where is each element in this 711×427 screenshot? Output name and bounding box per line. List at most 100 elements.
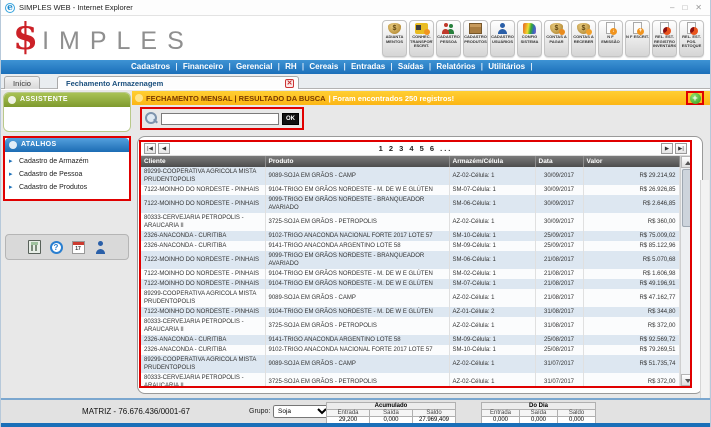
search-input[interactable] xyxy=(161,113,279,125)
pagination-bar: |◀ ◀ 1 2 3 4 5 6 ... ▶ ▶| xyxy=(141,142,690,156)
cell-produto: 9102-TRIGO ANACONDA NACIONAL FORTE 2017 … xyxy=(265,345,449,355)
table-row[interactable]: 89299-COOPERATIVA AGRICOLA MISTA PRUDENT… xyxy=(141,355,679,373)
toolbar-button-2[interactable]: CONHEC. TRANSPORTE ESCRIT. xyxy=(409,20,434,57)
toolbar-button-3[interactable]: CADASTRO PESSOA xyxy=(436,20,461,57)
toolbar-button-11[interactable]: REL. EST. REGISTRO INVENTÁRIO xyxy=(652,20,677,57)
grupo-select[interactable]: Soja xyxy=(273,405,331,418)
table-row[interactable]: 7122-MOINHO DO NORDESTE - PINHAIS9104-TR… xyxy=(141,269,679,279)
table-row[interactable]: 2326-ANACONDA - CURITIBA9102-TRIGO ANACO… xyxy=(141,231,679,241)
cell-data: 30/09/2017 xyxy=(535,167,583,185)
cell-produto: 3725-SOJA EM GRÃOS - PETROPOLIS xyxy=(265,373,449,386)
menu-item-relatorios[interactable]: Relatórios xyxy=(433,62,478,71)
quick-access-toolbar: ADIANTA MENTOSCONHEC. TRANSPORTE ESCRIT.… xyxy=(382,20,704,57)
window-scrollbar[interactable] xyxy=(700,180,709,427)
assistente-header[interactable]: ASSISTENTE xyxy=(4,93,130,107)
rainbow-icon xyxy=(523,23,536,34)
user-icon xyxy=(496,23,509,34)
atalho-cadastro-de-produtos[interactable]: Cadastro de Produtos xyxy=(5,181,129,194)
cell-produto: 3725-SOJA EM GRÃOS - PETROPOLIS xyxy=(265,213,449,231)
table-row[interactable]: 7122-MOINHO DO NORDESTE - PINHAIS9099-TR… xyxy=(141,251,679,269)
tab-inicio[interactable]: Início xyxy=(4,76,40,89)
tab-close-icon[interactable]: ✕ xyxy=(285,79,294,88)
prev-page-icon[interactable]: ◀ xyxy=(158,143,170,154)
cell-produto: 9104-TRIGO EM GRÃOS NORDESTE - M. DE W E… xyxy=(265,307,449,317)
toolbar-button-8[interactable]: CONTAS A RECEBER xyxy=(571,20,596,57)
logo-text: IMPLES xyxy=(42,27,194,56)
cell-cliente: 7122-MOINHO DO NORDESTE - PINHAIS xyxy=(141,269,265,279)
toolbar-button-label: CADASTRO PRODUTOS xyxy=(464,35,487,44)
menu-item-entradas[interactable]: Entradas xyxy=(348,62,388,71)
scrollbar-thumb[interactable] xyxy=(682,169,691,227)
cell-data: 30/09/2017 xyxy=(535,213,583,231)
toolbar-button-9[interactable]: N F EMISSÃO xyxy=(598,20,623,57)
menu-item-gerencial[interactable]: Gerencial xyxy=(233,62,275,71)
page-numbers[interactable]: 1 2 3 4 5 6 ... xyxy=(171,144,660,153)
last-page-icon[interactable]: ▶| xyxy=(675,143,687,154)
add-record-icon[interactable]: + xyxy=(690,93,701,104)
atalho-cadastro-de-pessoa[interactable]: Cadastro de Pessoa xyxy=(5,168,129,181)
tab-fechamento-armazenagem[interactable]: Fechamento Armazenagem ✕ xyxy=(57,76,299,89)
table-scrollbar[interactable] xyxy=(680,156,691,386)
atalhos-list: Cadastro de ArmazémCadastro de PessoaCad… xyxy=(5,152,129,199)
toolbar-button-4[interactable]: CADASTRO PRODUTOS xyxy=(463,20,488,57)
table-row[interactable]: 2326-ANACONDA - CURITIBA9141-TRIGO ANACO… xyxy=(141,241,679,251)
cell-cliente: 7122-MOINHO DO NORDESTE - PINHAIS xyxy=(141,251,265,269)
table-row[interactable]: 80333-CERVEJARIA PETROPOLIS - ARAUCARIA … xyxy=(141,213,679,231)
table-row[interactable]: 7122-MOINHO DO NORDESTE - PINHAIS9099-TR… xyxy=(141,195,679,213)
table-row[interactable]: 89299-COOPERATIVA AGRICOLA MISTA PRUDENT… xyxy=(141,167,679,185)
toolbar-button-7[interactable]: CONTAS A PAGAR xyxy=(544,20,569,57)
acumulado-header: Entrada xyxy=(327,410,370,417)
menu-item-rh[interactable]: RH xyxy=(282,62,300,71)
search-ok-button[interactable]: OK xyxy=(282,113,299,125)
menu-item-cereais[interactable]: Cereais xyxy=(306,62,341,71)
menu-item-utilitarios[interactable]: Utilitários xyxy=(485,62,528,71)
table-row[interactable]: 2326-ANACONDA - CURITIBA9141-TRIGO ANACO… xyxy=(141,335,679,345)
column-header-valor[interactable]: Valor xyxy=(583,156,679,167)
menu-item-saidas[interactable]: Saídas xyxy=(395,62,427,71)
toolbar-button-5[interactable]: CADASTRO USUÁRIOS xyxy=(490,20,515,57)
table-row[interactable]: 80333-CERVEJARIA PETROPOLIS - ARAUCARIA … xyxy=(141,317,679,335)
help-icon[interactable] xyxy=(50,241,63,254)
atalhos-header[interactable]: ATALHOS xyxy=(5,138,129,152)
maximize-button[interactable]: □ xyxy=(682,3,687,12)
cell-valor: R$ 372,00 xyxy=(583,317,679,335)
column-header-cliente[interactable]: Cliente xyxy=(141,156,265,167)
menu-item-financeiro[interactable]: Financeiro xyxy=(180,62,226,71)
doc-down-icon xyxy=(606,22,615,34)
table-row[interactable]: 2326-ANACONDA - CURITIBA9102-TRIGO ANACO… xyxy=(141,345,679,355)
table-row[interactable]: 7122-MOINHO DO NORDESTE - PINHAIS9104-TR… xyxy=(141,279,679,289)
calendar-icon[interactable] xyxy=(72,241,85,254)
cell-data: 25/09/2017 xyxy=(535,231,583,241)
table-row[interactable]: 80333-CERVEJARIA PETROPOLIS - ARAUCARIA … xyxy=(141,373,679,386)
scroll-down-icon[interactable] xyxy=(681,374,691,386)
first-page-icon[interactable]: |◀ xyxy=(144,143,156,154)
user-icon[interactable] xyxy=(94,241,107,254)
search-icon[interactable] xyxy=(145,112,158,125)
close-button[interactable]: ✕ xyxy=(695,3,702,12)
title-bar: e SIMPLES WEB - Internet Explorer – □ ✕ xyxy=(1,0,710,16)
column-header-armazem[interactable]: Armazém/Célula xyxy=(449,156,535,167)
status-bar: MATRIZ - 76.676.436/0001-67 Grupo: Soja … xyxy=(1,398,710,423)
calculator-icon[interactable] xyxy=(28,240,41,254)
minimize-button[interactable]: – xyxy=(670,3,674,12)
cell-valor: R$ 92.569,72 xyxy=(583,335,679,345)
table-row[interactable]: 7122-MOINHO DO NORDESTE - PINHAIS9104-TR… xyxy=(141,185,679,195)
column-header-produto[interactable]: Produto xyxy=(265,156,449,167)
toolbar-button-10[interactable]: N F ESCRIT. xyxy=(625,20,650,57)
toolbar-button-6[interactable]: CONFIG SISTEMA xyxy=(517,20,542,57)
toolbar-button-label: REL. EST. POS. ESTOQUE xyxy=(680,35,703,49)
table-row[interactable]: 89299-COOPERATIVA AGRICOLA MISTA PRUDENT… xyxy=(141,289,679,307)
toolbar-button-12[interactable]: REL. EST. POS. ESTOQUE xyxy=(679,20,704,57)
atalho-cadastro-de-armaze-m[interactable]: Cadastro de Armazém xyxy=(5,155,129,168)
toolbar-button-1[interactable]: ADIANTA MENTOS xyxy=(382,20,407,57)
cell-data: 25/08/2017 xyxy=(535,335,583,345)
table-row[interactable]: 7122-MOINHO DO NORDESTE - PINHAIS9104-TR… xyxy=(141,307,679,317)
cell-data: 21/08/2017 xyxy=(535,269,583,279)
column-header-data[interactable]: Data xyxy=(535,156,583,167)
next-page-icon[interactable]: ▶ xyxy=(661,143,673,154)
menu-item-cadastros[interactable]: Cadastros xyxy=(128,62,173,71)
scroll-up-icon[interactable] xyxy=(681,156,691,168)
logo-dollar-icon: $ xyxy=(13,19,38,55)
cell-valor: R$ 360,00 xyxy=(583,213,679,231)
cell-produto: 9141-TRIGO ANACONDA ARGENTINO LOTE 58 xyxy=(265,335,449,345)
